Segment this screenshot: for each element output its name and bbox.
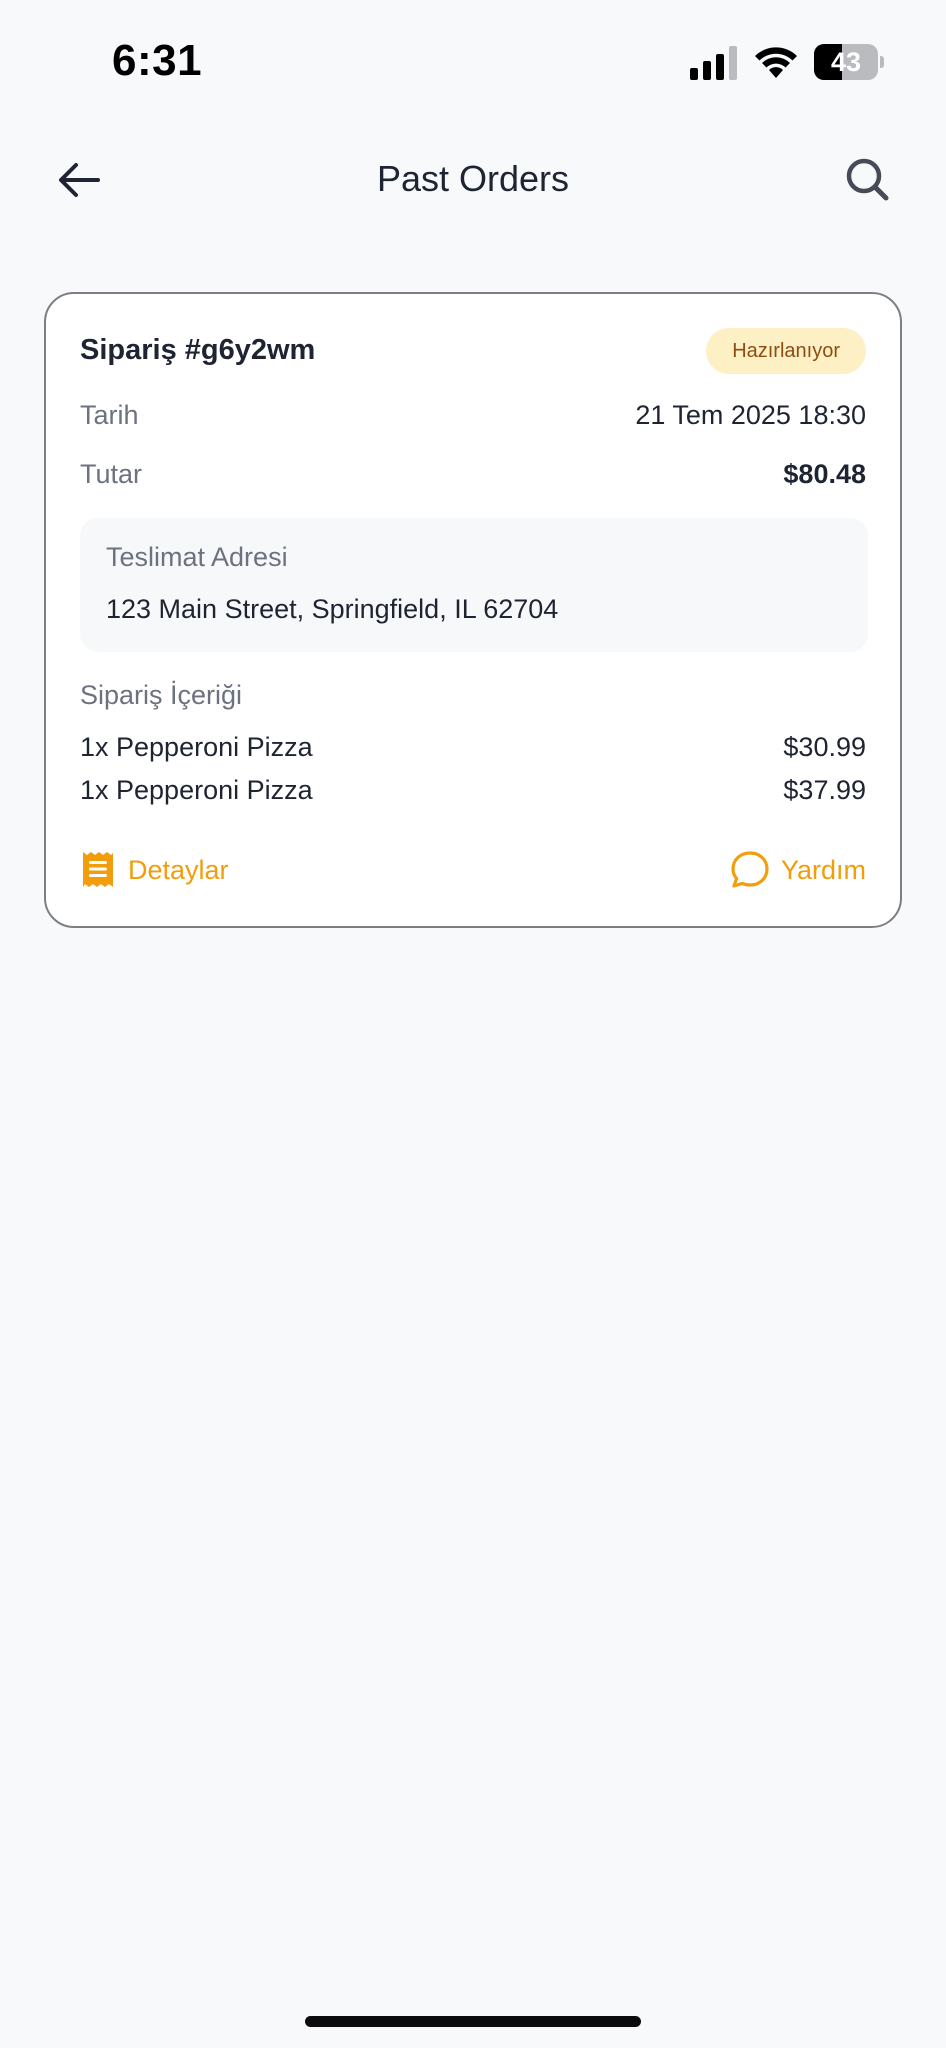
order-item-name: 1x Pepperoni Pizza xyxy=(80,775,313,805)
receipt-icon xyxy=(83,852,113,887)
order-items-label: Sipariş İçeriği xyxy=(80,680,243,710)
home-indicator[interactable] xyxy=(305,2016,641,2027)
order-card[interactable]: Sipariş #g6y2wm Hazırlanıyor Tarih 21 Te… xyxy=(44,292,902,928)
status-badge: Hazırlanıyor xyxy=(706,328,866,374)
wifi-icon xyxy=(755,47,797,78)
address-label: Teslimat Adresi xyxy=(106,542,288,572)
total-label: Tutar xyxy=(80,459,143,489)
order-item-name: 1x Pepperoni Pizza xyxy=(80,732,313,762)
order-item-price: $30.99 xyxy=(783,732,866,762)
date-value: 21 Tem 2025 18:30 xyxy=(635,400,866,430)
order-id: Sipariş #g6y2wm xyxy=(80,334,316,366)
details-label: Detaylar xyxy=(128,854,229,885)
search-icon xyxy=(846,158,889,201)
help-button[interactable]: Yardım xyxy=(729,848,866,892)
status-time: 6:31 xyxy=(112,36,203,85)
status-bar: 6:31 43 xyxy=(0,0,946,110)
order-item-price: $37.99 xyxy=(783,775,866,805)
date-label: Tarih xyxy=(80,400,139,430)
search-button[interactable] xyxy=(840,152,896,208)
chat-bubble-icon xyxy=(731,851,769,888)
address-value: 123 Main Street, Springfield, IL 62704 xyxy=(106,594,559,624)
details-button[interactable]: Detaylar xyxy=(80,848,229,892)
delivery-address-box: Teslimat Adresi 123 Main Street, Springf… xyxy=(80,518,868,652)
page-title: Past Orders xyxy=(376,158,570,199)
signal-icon xyxy=(690,46,737,80)
total-value: $80.48 xyxy=(783,459,866,489)
battery-icon: 43 xyxy=(814,44,884,80)
help-label: Yardım xyxy=(780,854,866,885)
battery-level: 43 xyxy=(830,47,862,77)
